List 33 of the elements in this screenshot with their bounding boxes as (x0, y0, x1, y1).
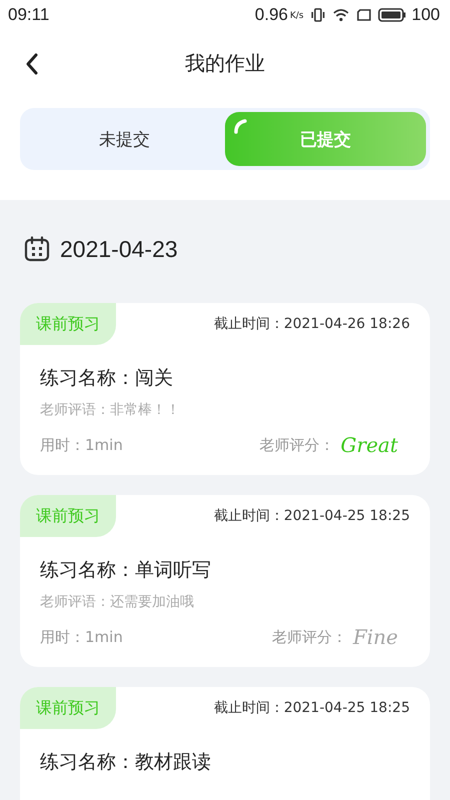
category-tag: 课前预习 (20, 495, 116, 537)
duration-text: 用时：1min (40, 436, 123, 454)
homework-card[interactable]: 课前预习 截止时间：2021-04-25 18:25 练习名称：单词听写 老师评语：还需要加油哦 用时：1min 老师评分： Fine (20, 495, 430, 667)
status-time: 09:11 (8, 5, 50, 25)
deadline-text: 截止时间：2021-04-25 18:25 (214, 507, 411, 525)
category-tag: 课前预习 (20, 303, 116, 345)
score-label: 老师评分： (260, 436, 335, 454)
screen-icon (356, 8, 372, 22)
battery-icon (378, 8, 406, 22)
teacher-comment: 老师评语：非常棒！！ (39, 401, 181, 419)
calendar-icon (24, 236, 50, 262)
network-speed: 0.96 (254, 5, 288, 25)
teacher-comment: 老师评语：还需要加油哦 (39, 593, 195, 611)
category-tag: 课前预习 (20, 687, 116, 729)
grade-text: Fine (353, 625, 398, 649)
deadline-text: 截止时间：2021-04-26 18:26 (214, 315, 411, 333)
page-title: 我的作业 (185, 50, 265, 76)
date-heading: 2021-04-23 (60, 236, 178, 262)
homework-card[interactable]: 课前预习 截止时间：2021-04-26 18:26 练习名称：闯关 老师评语：非常棒！！ 用时：1min 老师评分： Great (20, 303, 430, 475)
homework-card[interactable]: 课前预习 截止时间：2021-04-25 18:25 练习名称：教材跟读 (20, 687, 430, 800)
battery-level: 100 (412, 5, 440, 25)
tab[interactable]: 未提交 (24, 112, 225, 166)
score-label: 老师评分： (272, 628, 347, 646)
duration-text: 用时：1min (40, 628, 123, 646)
speed-unit: K/s (290, 11, 304, 21)
exercise-name: 练习名称：教材跟读 (39, 750, 212, 775)
exercise-name: 练习名称：闯关 (39, 366, 174, 391)
deadline-text: 截止时间：2021-04-25 18:25 (214, 699, 411, 717)
grade-text: Great (340, 433, 398, 457)
exercise-name: 练习名称：单词听写 (39, 558, 212, 583)
wifi-icon (332, 7, 350, 23)
vibrate-icon (310, 7, 326, 23)
arc-icon (233, 118, 249, 134)
